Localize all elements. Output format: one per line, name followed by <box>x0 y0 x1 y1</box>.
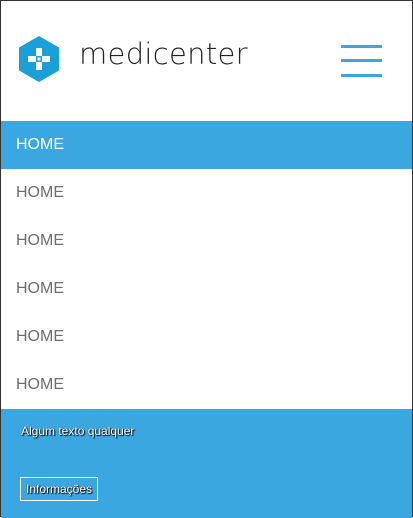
nav-item-home[interactable]: HOME <box>1 265 412 313</box>
menu-bar-bottom <box>341 74 382 77</box>
main-nav: HOME HOME HOME HOME HOME HOME <box>1 121 412 409</box>
nav-item-home[interactable]: HOME <box>1 217 412 265</box>
hamburger-menu-icon[interactable] <box>341 45 382 77</box>
hexagon-plus-icon[interactable] <box>19 36 59 82</box>
site-footer: Algum texto qualquer Informações <box>1 409 412 518</box>
brand-name[interactable]: medicenter <box>79 37 248 71</box>
site-header: medicenter <box>1 1 412 121</box>
info-button[interactable]: Informações <box>20 477 99 501</box>
nav-item-home[interactable]: HOME <box>1 361 412 409</box>
nav-item-home[interactable]: HOME <box>1 169 412 217</box>
page-frame: medicenter HOME HOME HOME HOME HOME HOME… <box>0 0 413 518</box>
menu-bar-middle <box>341 59 382 62</box>
nav-item-home[interactable]: HOME <box>1 313 412 361</box>
menu-bar-top <box>341 45 382 48</box>
nav-item-home-active[interactable]: HOME <box>1 121 412 169</box>
footer-text: Algum texto qualquer <box>21 424 135 438</box>
